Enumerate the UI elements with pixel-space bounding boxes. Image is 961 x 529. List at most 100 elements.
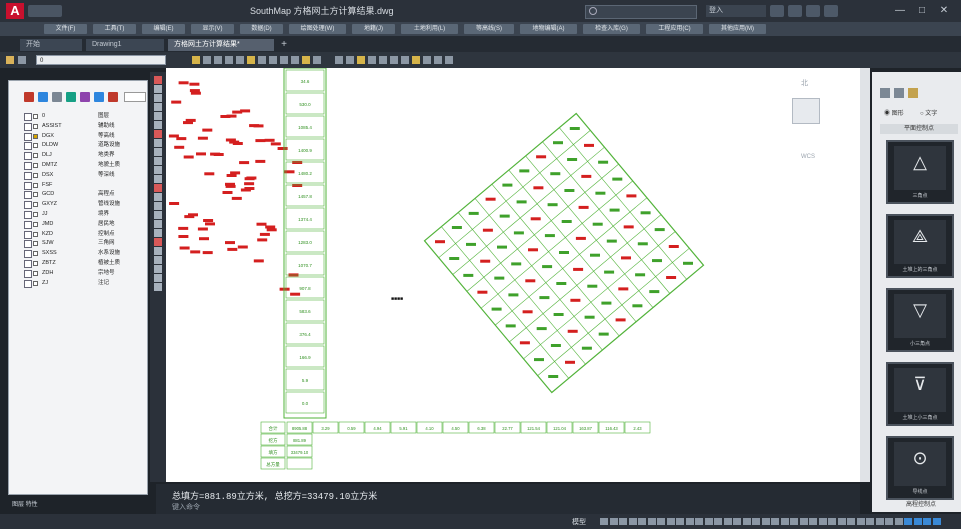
quick-access-toolbar[interactable] [28, 5, 62, 17]
status-toggle-icon[interactable] [676, 518, 684, 525]
layer-tool-icon[interactable] [80, 92, 90, 102]
cart-icon[interactable] [788, 5, 802, 17]
toolbar-icon[interactable] [434, 56, 442, 64]
minimize-button[interactable]: — [890, 3, 910, 19]
symbol-card[interactable]: ⊽ 土堆上小三角点 [886, 362, 954, 426]
layer-row[interactable]: ZJ 注记 [14, 279, 142, 288]
draw-tool-icon[interactable] [154, 265, 162, 273]
status-toggle-icon[interactable] [742, 518, 751, 525]
layer-row[interactable]: DLJ 地类界 [14, 151, 142, 161]
layer-row[interactable]: FSF [14, 181, 142, 190]
status-toggle-icon[interactable] [809, 518, 817, 525]
symbol-card[interactable]: △ 三角点 [886, 140, 954, 204]
symbol-card[interactable]: ▽ 小三角点 [886, 288, 954, 352]
layer-visibility-checkbox[interactable] [24, 250, 32, 259]
menu-tab[interactable]: 土地利用(L) [401, 24, 458, 34]
layer-tool-icon[interactable] [94, 92, 104, 102]
layer-visibility-checkbox[interactable] [24, 230, 32, 239]
layer-visibility-checkbox[interactable] [24, 132, 32, 141]
layer-visibility-checkbox[interactable] [24, 152, 32, 161]
draw-tool-icon[interactable] [154, 283, 162, 291]
draw-tool-icon[interactable] [154, 166, 162, 174]
draw-tool-icon[interactable] [154, 94, 162, 102]
status-toggle-icon[interactable] [932, 518, 941, 525]
draw-tool-icon[interactable] [154, 148, 162, 156]
status-toggle-icon[interactable] [856, 518, 865, 525]
status-toggle-icon[interactable] [704, 518, 713, 525]
wcs-label[interactable]: WCS [801, 154, 815, 160]
layer-visibility-checkbox[interactable] [24, 113, 32, 121]
layer-visibility-checkbox[interactable] [24, 269, 32, 278]
palette-tool-icon[interactable] [894, 88, 904, 98]
status-toggle-icon[interactable] [628, 518, 637, 525]
layer-tool-icon[interactable] [108, 92, 118, 102]
viewcube[interactable] [792, 98, 820, 124]
status-toggle-icon[interactable] [609, 518, 618, 525]
status-toggle-icon[interactable] [866, 518, 874, 525]
draw-tool-icon[interactable] [154, 85, 162, 93]
layer-tool-icon[interactable] [18, 56, 26, 64]
menu-tab[interactable]: 其他应用(M) [709, 24, 766, 34]
layer-visibility-checkbox[interactable] [24, 240, 32, 249]
toolbar-icon[interactable] [291, 56, 299, 64]
toolbar-icon[interactable] [258, 56, 266, 64]
draw-tool-icon[interactable] [154, 211, 162, 219]
symbol-card[interactable]: ⊙ 导线点 [886, 436, 954, 500]
layer-row[interactable]: JMD 居民地 [14, 220, 142, 229]
toolbar-icon[interactable] [368, 56, 376, 64]
exchange-icon[interactable] [770, 5, 784, 17]
draw-tool-icon[interactable] [154, 202, 162, 210]
status-toggle-icon[interactable] [771, 518, 779, 525]
symbol-card[interactable]: ⟁ 土堆上的三角点 [886, 214, 954, 278]
status-toggle-icon[interactable] [761, 518, 770, 525]
command-input[interactable]: 键入命令 [172, 502, 372, 512]
layer-row[interactable]: GCD 高程点 [14, 190, 142, 200]
status-toggle-icon[interactable] [733, 518, 741, 525]
toolbar-icon[interactable] [269, 56, 277, 64]
layer-visibility-checkbox[interactable] [24, 142, 32, 151]
status-toggle-icon[interactable] [913, 518, 922, 525]
layer-row[interactable]: ZBTZ 植被土质 [14, 259, 142, 268]
draw-tool-icon[interactable] [154, 103, 162, 111]
toolbar-icon[interactable] [247, 56, 255, 64]
draw-tool-icon[interactable] [154, 247, 162, 255]
draw-tool-icon[interactable] [154, 229, 162, 237]
status-toggle-icon[interactable] [923, 518, 931, 525]
menu-tab[interactable]: 文件(F) [44, 24, 87, 34]
toolbar-icon[interactable] [236, 56, 244, 64]
toolbar-icon[interactable] [390, 56, 398, 64]
sign-in-button[interactable]: 登入 [706, 5, 766, 17]
layer-visibility-checkbox[interactable] [24, 260, 32, 268]
status-toggle-icon[interactable] [666, 518, 675, 525]
draw-tool-icon[interactable] [154, 220, 162, 228]
layer-row[interactable]: GXYZ 管线设施 [14, 200, 142, 210]
layer-row[interactable]: KZD 控制点 [14, 230, 142, 239]
symbol-category-footer[interactable]: 高程控制点 [886, 500, 956, 510]
layer-select[interactable]: 0 [36, 55, 166, 65]
layer-visibility-checkbox[interactable] [24, 220, 32, 229]
status-toggle-icon[interactable] [885, 518, 893, 525]
layer-tool-icon[interactable] [66, 92, 76, 102]
layer-row[interactable]: SJW 三角网 [14, 239, 142, 249]
user-icon[interactable] [806, 5, 820, 17]
radio-text[interactable]: ○ 文字 [920, 108, 937, 117]
status-toggle-icon[interactable] [752, 518, 760, 525]
toolbar-icon[interactable] [357, 56, 365, 64]
layer-visibility-checkbox[interactable] [24, 279, 32, 288]
draw-tool-icon[interactable] [154, 274, 162, 282]
layer-row[interactable]: DMTZ 地貌土质 [14, 161, 142, 170]
layer-tool-icon[interactable] [24, 92, 34, 102]
panel-tabs[interactable]: 图层 特性 [12, 499, 142, 511]
layer-visibility-checkbox[interactable] [24, 191, 32, 200]
toolbar-icon[interactable] [423, 56, 431, 64]
file-tab-start[interactable]: 开始 [20, 39, 82, 51]
status-toggle-icon[interactable] [657, 518, 665, 525]
layer-visibility-checkbox[interactable] [24, 201, 32, 210]
toolbar-icon[interactable] [335, 56, 343, 64]
status-toggle-icon[interactable] [904, 518, 912, 525]
draw-tool-icon[interactable] [154, 238, 162, 246]
status-toggle-icon[interactable] [695, 518, 703, 525]
help-icon[interactable] [824, 5, 838, 17]
toolbar-icon[interactable] [302, 56, 310, 64]
status-toggle-icon[interactable] [685, 518, 694, 525]
